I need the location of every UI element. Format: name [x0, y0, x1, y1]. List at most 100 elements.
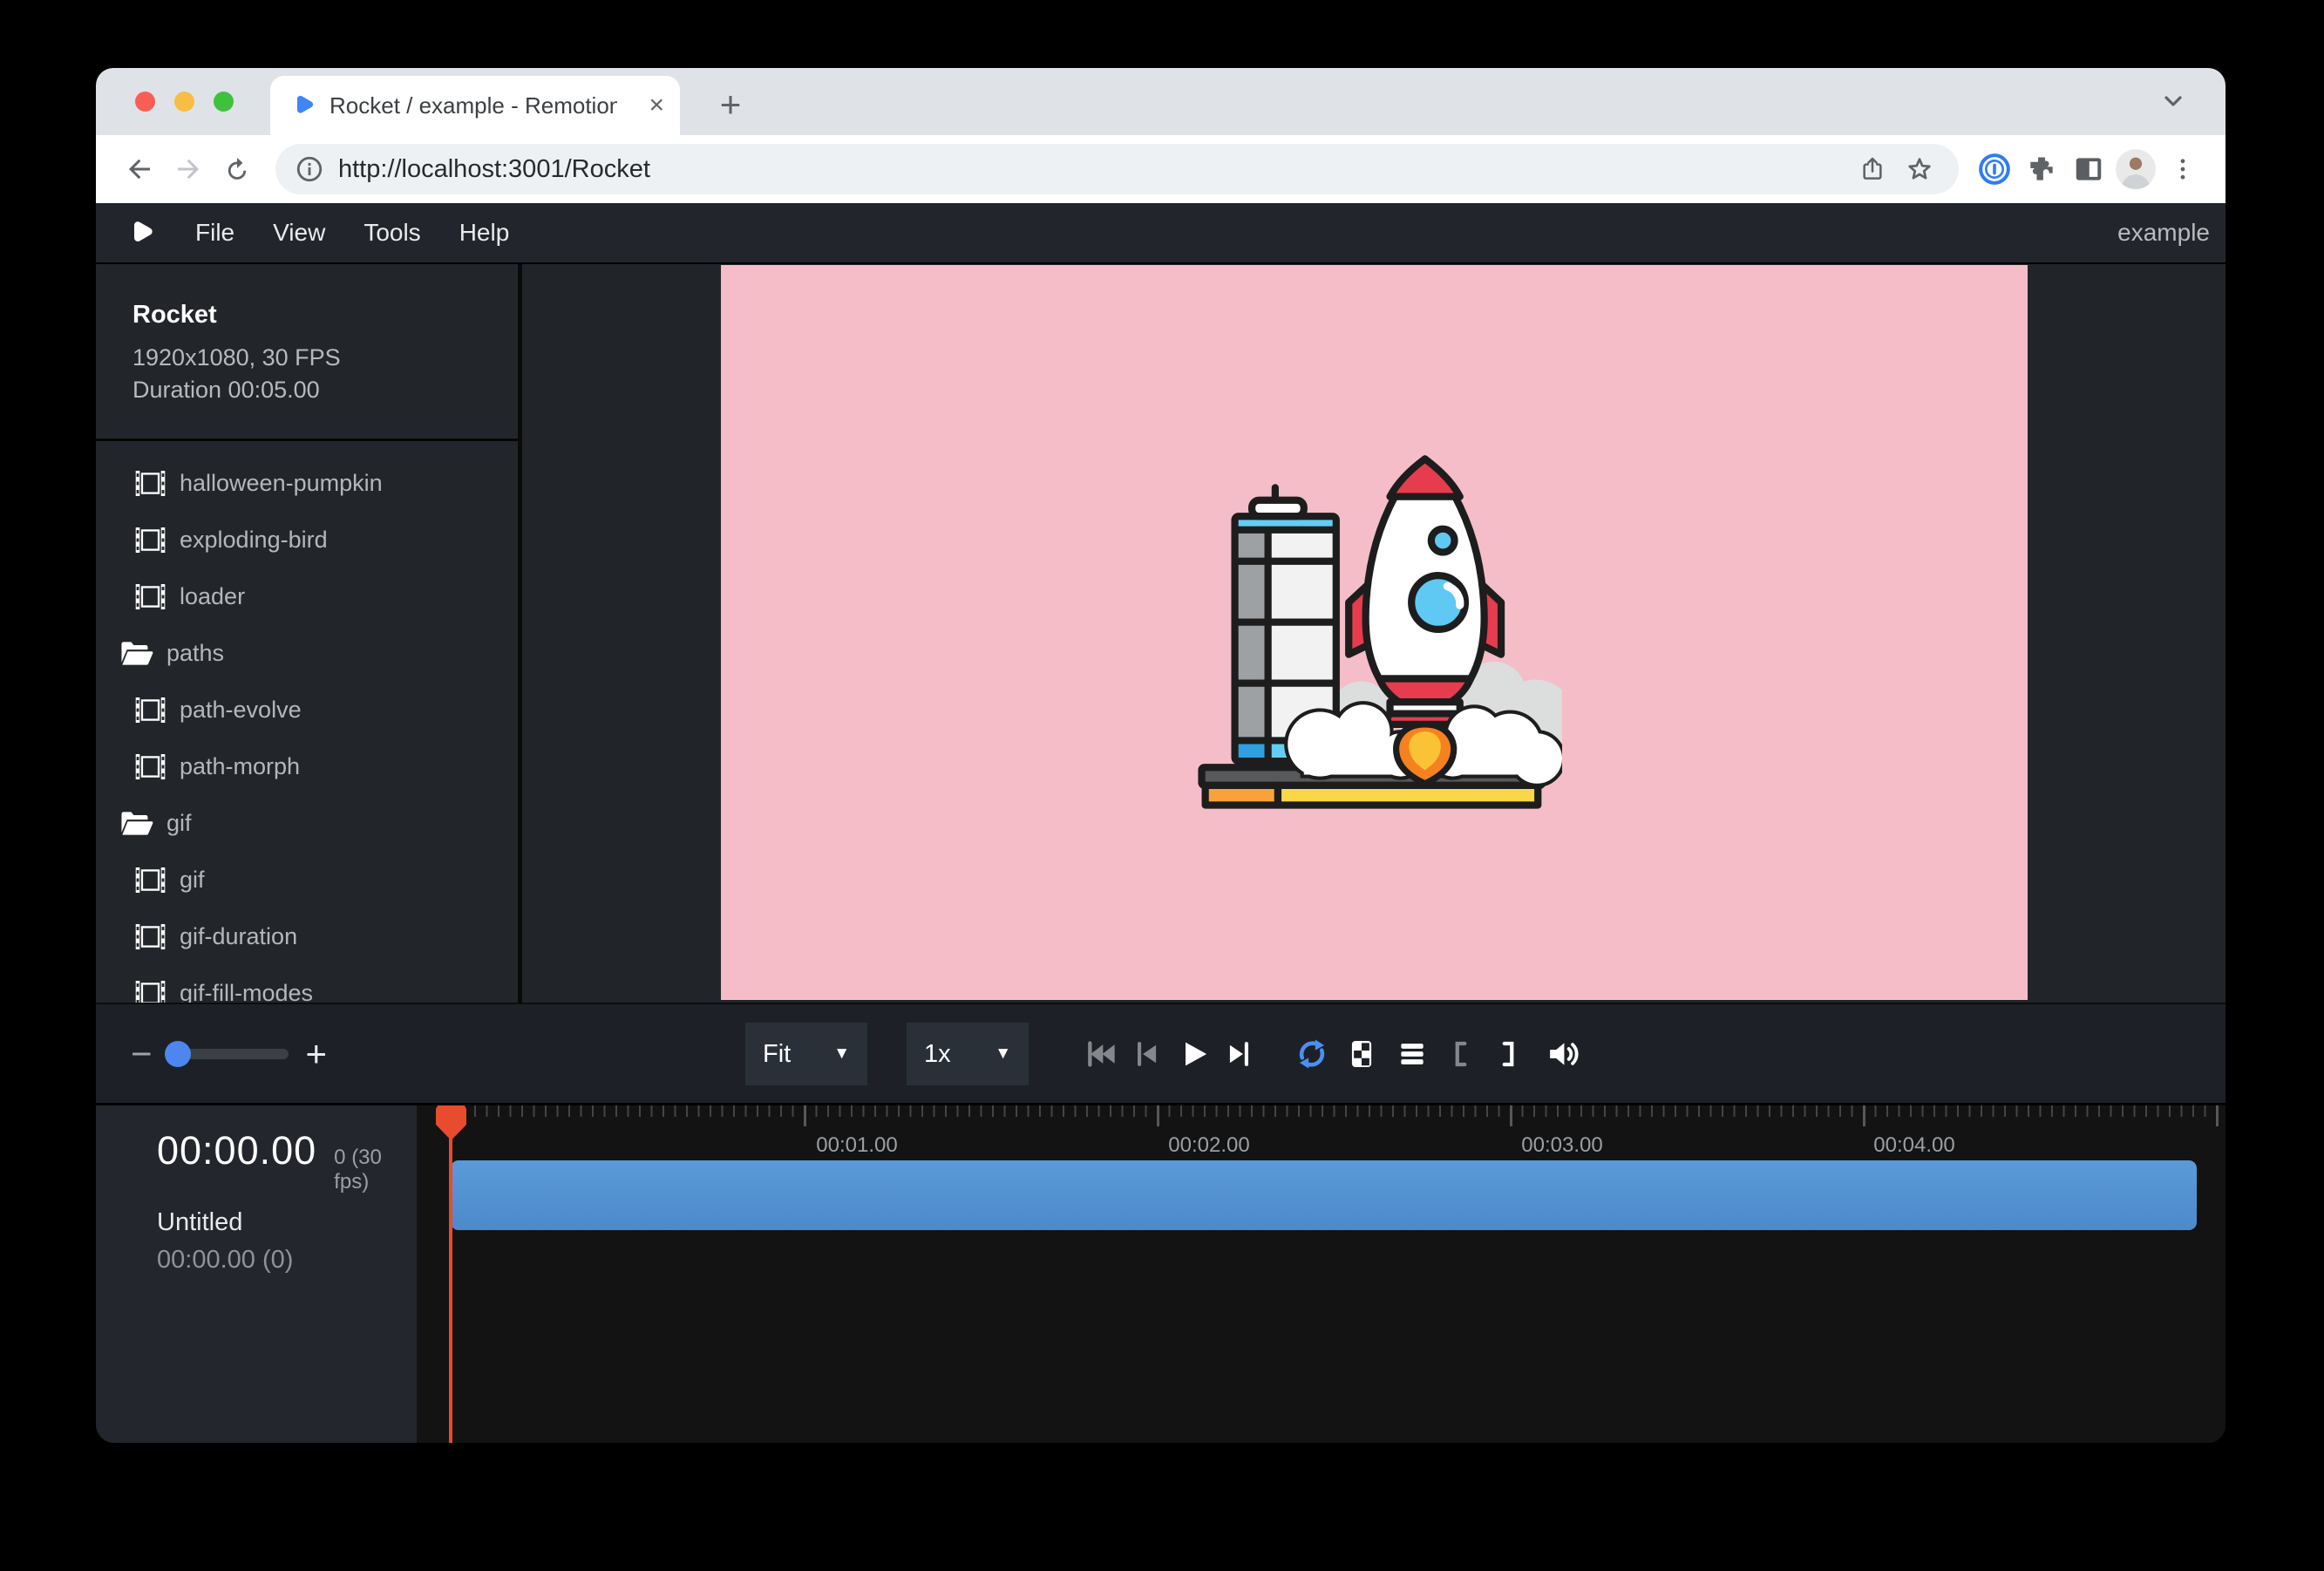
timeline-left-panel: 00:00.00 0 (30 fps) Untitled 00:00.00 (0…	[96, 1105, 417, 1443]
volume-button[interactable]	[1542, 1033, 1584, 1075]
loop-button[interactable]	[1291, 1033, 1333, 1075]
zoom-slider[interactable]	[166, 1049, 289, 1059]
playhead-line[interactable]	[449, 1105, 452, 1443]
out-point-bracket-button[interactable]	[1487, 1033, 1529, 1075]
browser-menu-dots-icon[interactable]	[2159, 146, 2206, 193]
zoom-slider-knob[interactable]	[165, 1041, 191, 1067]
tab-close-icon[interactable]: ×	[649, 92, 664, 119]
film-icon	[133, 584, 166, 609]
composition-title: Rocket	[133, 301, 486, 330]
skip-to-start-button[interactable]	[1079, 1033, 1121, 1075]
minimize-window-button[interactable]	[174, 92, 194, 112]
browser-window: Rocket / example - Remotion P × + http:/…	[96, 68, 2225, 1443]
composition-item[interactable]: gif	[96, 852, 518, 908]
remotion-menubar: File View Tools Help example	[96, 203, 2225, 264]
film-icon	[133, 754, 166, 779]
composition-label: halloween-pumpkin	[180, 470, 383, 497]
current-timecode: 00:00.00	[157, 1128, 316, 1173]
tab-title: Rocket / example - Remotion P	[330, 92, 617, 119]
composition-item[interactable]: exploding-bird	[96, 512, 518, 568]
playback-speed-select[interactable]: 1x ▼	[907, 1023, 1029, 1085]
share-icon[interactable]	[1849, 146, 1896, 193]
menu-help[interactable]: Help	[459, 219, 510, 247]
address-bar[interactable]: http://localhost:3001/Rocket	[275, 144, 1959, 194]
forward-button[interactable]	[164, 145, 213, 194]
film-icon	[133, 867, 166, 893]
transparency-checkerboard-button[interactable]	[1341, 1033, 1383, 1075]
composition-item[interactable]: gif-duration	[96, 908, 518, 965]
rocket-illustration	[1186, 445, 1562, 821]
folder-open-icon	[120, 640, 153, 667]
film-icon	[133, 527, 166, 553]
composition-info: Rocket 1920x1080, 30 FPS Duration 00:05.…	[96, 264, 518, 441]
page-info-icon[interactable]	[295, 154, 324, 184]
new-tab-button[interactable]: +	[706, 80, 755, 129]
remotion-logo-icon[interactable]	[127, 218, 157, 248]
film-icon	[133, 471, 166, 496]
ruler-label: 00:01.00	[816, 1133, 897, 1158]
composition-resolution: 1920x1080, 30 FPS	[133, 342, 486, 374]
timeline[interactable]: 00:01.00 00:02.00 00:03.00 00:04.00 00:0…	[96, 1103, 2225, 1443]
chevron-down-icon: ▼	[995, 1044, 1011, 1064]
canvas-size-select[interactable]: Fit ▼	[745, 1023, 867, 1085]
composition-list: halloween-pumpkin exploding-bird loader …	[96, 441, 518, 1003]
zoom-window-button[interactable]	[214, 92, 234, 112]
timeline-track-bar[interactable]	[451, 1160, 2197, 1230]
composition-item[interactable]: path-morph	[96, 738, 518, 795]
browser-tab[interactable]: Rocket / example - Remotion P ×	[270, 76, 680, 135]
close-window-button[interactable]	[135, 92, 155, 112]
timeline-ruler-seconds[interactable]	[804, 1105, 2225, 1126]
composition-label: path-morph	[180, 753, 300, 780]
play-button[interactable]	[1173, 1033, 1215, 1075]
side-panel-icon[interactable]	[2065, 146, 2112, 193]
previous-frame-button[interactable]	[1125, 1033, 1167, 1075]
track-time: 00:00.00 (0)	[157, 1246, 417, 1275]
composition-item[interactable]: path-evolve	[96, 682, 518, 738]
onepassword-extension-icon[interactable]	[1971, 146, 2018, 193]
extensions-puzzle-icon[interactable]	[2018, 146, 2065, 193]
timeline-rows-button[interactable]	[1391, 1033, 1433, 1075]
ruler-label: 00:02.00	[1168, 1133, 1249, 1158]
preview-area	[522, 264, 2225, 1003]
bookmark-star-icon[interactable]	[1896, 146, 1943, 193]
ruler-label: 00:03.00	[1521, 1133, 1602, 1158]
profile-avatar[interactable]	[2112, 146, 2159, 193]
zoom-in-button[interactable]: +	[306, 1033, 328, 1075]
project-name-label: example	[2117, 219, 2210, 247]
url-text[interactable]: http://localhost:3001/Rocket	[338, 155, 1849, 184]
track-name: Untitled	[157, 1208, 417, 1237]
film-icon	[133, 924, 166, 949]
composition-label: exploding-bird	[180, 527, 328, 554]
playhead-marker[interactable]	[436, 1105, 466, 1140]
film-icon	[133, 697, 166, 723]
composition-item[interactable]: halloween-pumpkin	[96, 455, 518, 512]
menu-tools[interactable]: Tools	[364, 219, 420, 247]
remotion-favicon-icon	[291, 93, 316, 118]
back-button[interactable]	[115, 145, 164, 194]
folder-label: gif	[166, 810, 192, 837]
main-area: Rocket 1920x1080, 30 FPS Duration 00:05.…	[96, 264, 2225, 1003]
composition-item[interactable]: gif-fill-modes	[96, 965, 518, 1003]
composition-label: gif-fill-modes	[180, 980, 313, 1003]
timeline-zoom-controls: − +	[131, 1004, 327, 1103]
speed-select-value: 1x	[924, 1040, 951, 1069]
composition-label: gif-duration	[180, 923, 297, 950]
film-icon	[133, 981, 166, 1003]
chevron-down-icon: ▼	[833, 1044, 850, 1064]
composition-folder[interactable]: gif	[96, 795, 518, 852]
composition-folder[interactable]: paths	[96, 625, 518, 682]
reload-button[interactable]	[213, 145, 262, 194]
menu-file[interactable]: File	[195, 219, 234, 247]
composition-duration: Duration 00:05.00	[133, 374, 486, 406]
next-frame-button[interactable]	[1219, 1033, 1261, 1075]
in-point-bracket-button[interactable]	[1440, 1033, 1482, 1075]
zoom-out-button[interactable]: −	[131, 1033, 153, 1075]
menu-view[interactable]: View	[273, 219, 325, 247]
size-select-value: Fit	[763, 1040, 791, 1069]
tab-search-chevron-icon[interactable]	[2159, 87, 2187, 115]
composition-item[interactable]: loader	[96, 568, 518, 625]
folder-label: paths	[166, 640, 224, 667]
ruler-label: 00:04.00	[1873, 1133, 1954, 1158]
composition-label: path-evolve	[180, 697, 302, 724]
browser-toolbar: http://localhost:3001/Rocket	[96, 135, 2225, 203]
